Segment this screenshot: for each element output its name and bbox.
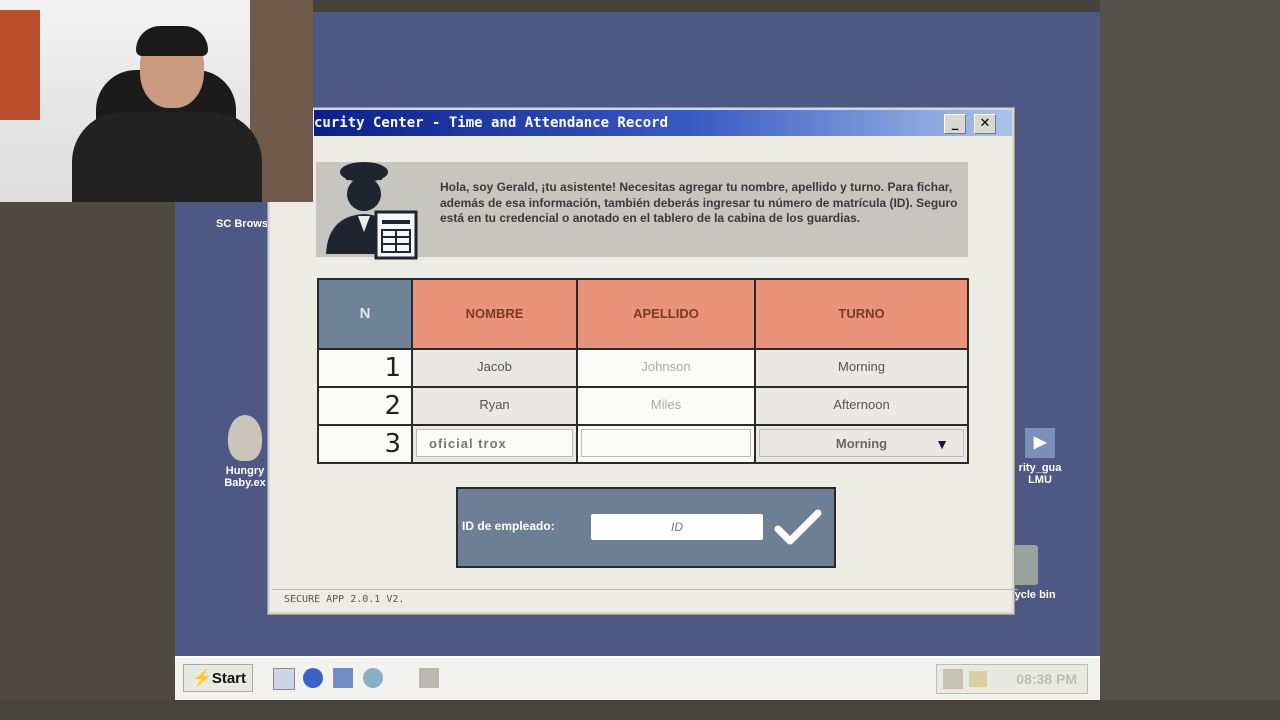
turno-select[interactable]: Morning ▼: [759, 429, 964, 457]
chevron-down-icon: ▼: [935, 436, 949, 452]
internet-explorer-icon[interactable]: [303, 668, 323, 688]
row-nombre: Ryan: [413, 388, 576, 424]
desktop-icon-label: rity_gua LMU: [1018, 462, 1062, 486]
nombre-cell: oficial trox: [413, 426, 576, 462]
hair: [136, 26, 208, 56]
calendar-icon[interactable]: [943, 669, 963, 689]
system-tray: 08:38 PM: [936, 664, 1088, 694]
windows-logo-icon: ⚡: [192, 670, 212, 687]
desktop-icon-label: Hungry Baby.ex: [224, 465, 266, 489]
media-player-icon[interactable]: [363, 668, 383, 688]
webcam-overlay: [0, 0, 313, 202]
start-button[interactable]: ⚡ Start: [183, 664, 253, 692]
row-turno: Afternoon: [756, 388, 967, 424]
nombre-input[interactable]: oficial trox: [416, 429, 573, 457]
header-n: N: [319, 280, 411, 348]
turno-select-value: Morning: [835, 436, 888, 451]
employee-id-label: ID de empleado:: [462, 519, 555, 533]
header-nombre: NOMBRE: [413, 280, 576, 348]
security-guard-avatar-icon: [326, 162, 418, 260]
poster: [0, 10, 40, 120]
status-bar: SECURE APP 2.0.1 V2.: [272, 589, 1018, 610]
turno-cell: Morning ▼: [756, 426, 967, 462]
desktop-icon-security-guard[interactable]: ▶ rity_gua LMU: [1005, 428, 1075, 486]
apellido-input[interactable]: [581, 429, 751, 457]
header-turno: TURNO: [756, 280, 967, 348]
employee-id-panel: ID de empleado:: [456, 487, 836, 568]
employee-id-input[interactable]: [591, 514, 763, 540]
window-titlebar[interactable]: curity Center - Time and Attendance Reco…: [314, 110, 1012, 136]
start-label: Start: [211, 670, 246, 687]
room-right-wall: [1100, 0, 1280, 720]
row-nombre: Jacob: [413, 350, 576, 386]
minimize-icon: _: [951, 116, 959, 131]
desktop-icon-hungry-baby[interactable]: Hungry Baby.ex: [215, 415, 275, 489]
network-icon[interactable]: [333, 668, 353, 688]
row-turno: Morning: [756, 350, 967, 386]
row-apellido: Miles: [578, 388, 754, 424]
apellido-cell: [578, 426, 754, 462]
shirt: [72, 112, 262, 202]
clock: 08:38 PM: [1016, 671, 1077, 687]
hungry-baby-icon: [228, 415, 262, 461]
header-apellido: APELLIDO: [578, 280, 754, 348]
desktop-icon-label: SC Brows: [216, 218, 268, 230]
notepad-icon[interactable]: [273, 668, 295, 690]
time-attendance-window: curity Center - Time and Attendance Reco…: [268, 108, 1018, 614]
row-apellido: Johnson: [578, 350, 754, 386]
folder-icon[interactable]: [969, 671, 987, 687]
minimize-button[interactable]: _: [944, 114, 966, 134]
room-bottom-edge: [0, 700, 1280, 720]
close-button[interactable]: ✕: [974, 114, 996, 134]
close-icon: ✕: [979, 116, 991, 131]
desktop-icon-sc-browser[interactable]: SC Brows: [212, 218, 272, 230]
taskbar: ⚡ Start 08:38 PM: [175, 656, 1100, 700]
window-title: curity Center - Time and Attendance Reco…: [314, 115, 669, 131]
guard-app-icon[interactable]: [419, 668, 439, 688]
row-number: 3: [319, 426, 411, 462]
assistant-message: Hola, soy Gerald, ¡tu asistente! Necesit…: [440, 180, 958, 225]
play-file-icon: ▶: [1025, 428, 1055, 458]
row-number: 2: [319, 388, 411, 424]
row-number: 1: [319, 350, 411, 386]
checkmark-submit-icon[interactable]: [774, 509, 822, 545]
attendance-table: N NOMBRE APELLIDO TURNO 1 Jacob Johnson …: [317, 278, 969, 464]
recycle-bin-icon: [1012, 545, 1038, 585]
